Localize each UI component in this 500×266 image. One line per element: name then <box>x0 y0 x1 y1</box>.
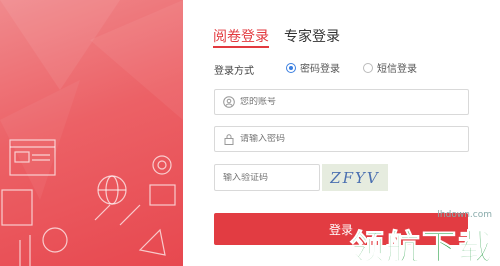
tab-expert-login[interactable]: 专家登录 <box>284 26 340 46</box>
watermark-site: lhdown.com <box>437 210 492 220</box>
login-method-label: 登录方式 <box>214 66 254 77</box>
login-page: 阅卷登录 专家登录 登录方式 密码登录 短信登录 ZFYV 登录 lhdown.… <box>0 0 500 266</box>
password-login-radio[interactable]: 密码登录 <box>286 60 340 75</box>
sms-login-label: 短信登录 <box>377 64 417 75</box>
watermark-text: 领航下载 <box>350 228 494 266</box>
user-icon <box>223 96 235 108</box>
captcha-field[interactable] <box>214 164 320 191</box>
decorative-panel <box>0 0 183 266</box>
radio-checked-icon <box>286 62 296 73</box>
watermark: lhdown.com 领航下载 <box>318 210 498 266</box>
captcha-code: ZFYV <box>330 168 380 187</box>
captcha-image[interactable]: ZFYV <box>322 164 388 191</box>
radio-unchecked-icon <box>363 62 373 73</box>
account-input[interactable] <box>240 97 440 107</box>
captcha-input[interactable] <box>223 172 313 183</box>
account-field[interactable] <box>214 89 469 115</box>
decoration-illustration <box>0 0 183 266</box>
password-input[interactable] <box>240 134 440 144</box>
tab-paper-grading-login[interactable]: 阅卷登录 <box>213 26 269 46</box>
lock-icon <box>224 134 234 145</box>
password-field[interactable] <box>214 126 469 152</box>
active-tab-indicator <box>213 46 269 48</box>
sms-login-radio[interactable]: 短信登录 <box>363 60 417 75</box>
password-login-label: 密码登录 <box>300 64 340 75</box>
